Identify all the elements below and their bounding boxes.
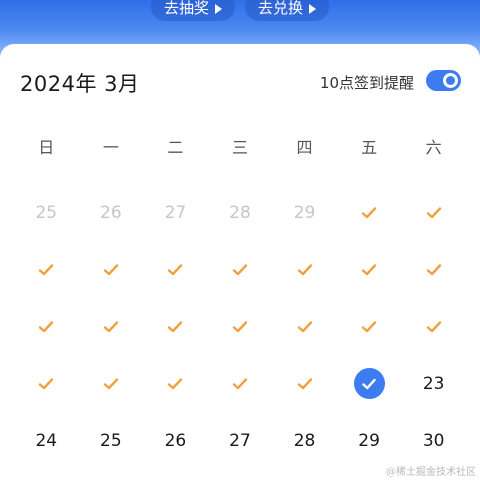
calendar-day[interactable] — [208, 298, 273, 355]
redeem-button[interactable]: 去兑换 — [245, 0, 329, 21]
weekday-label: 二 — [167, 138, 184, 157]
calendar-day[interactable]: 27 — [143, 184, 208, 241]
check-icon — [426, 206, 441, 218]
calendar-day[interactable] — [79, 241, 144, 298]
calendar-day[interactable]: 25 — [79, 412, 144, 469]
day-number: 23 — [422, 373, 445, 394]
calendar-day[interactable] — [337, 298, 402, 355]
day-number: 29 — [358, 430, 380, 451]
calendar-day[interactable] — [208, 241, 273, 298]
calendar-day[interactable]: 30 — [401, 412, 466, 469]
watermark: @稀土掘金技术社区 — [386, 467, 476, 478]
toggle-knob — [443, 73, 458, 88]
check-icon — [168, 377, 183, 389]
check-icon — [297, 263, 312, 275]
calendar-day[interactable] — [208, 355, 273, 412]
calendar-day[interactable] — [401, 184, 466, 241]
calendar-day[interactable]: 26 — [79, 184, 144, 241]
day-number: 25 — [35, 202, 58, 223]
weekday-label: 三 — [231, 138, 248, 157]
lottery-button[interactable]: 去抽奖 — [151, 0, 235, 21]
calendar-day[interactable]: 27 — [208, 412, 273, 469]
reminder-label: 10点签到提醒 — [319, 74, 414, 92]
check-icon — [297, 320, 312, 332]
calendar-day[interactable]: 28 — [208, 184, 273, 241]
weekday-label: 五 — [361, 138, 378, 157]
check-icon — [361, 263, 377, 275]
calendar-day[interactable] — [14, 298, 79, 355]
play-triangle-icon — [215, 3, 223, 14]
calendar-day[interactable] — [337, 355, 402, 412]
day-number: 28 — [229, 202, 251, 223]
day-number: 29 — [293, 202, 316, 223]
day-number: 25 — [100, 430, 122, 451]
lottery-button-label: 去抽奖 — [164, 0, 210, 17]
check-icon — [426, 263, 441, 275]
calendar-day[interactable] — [337, 241, 402, 298]
play-triangle-icon — [309, 3, 317, 14]
check-circle-icon — [353, 368, 385, 399]
check-icon — [232, 320, 248, 332]
check-icon — [39, 320, 54, 332]
weekday-label: 日 — [38, 138, 55, 157]
calendar-card: 2024年 3月 10点签到提醒 日一二三四五六 25 26 27 28 29 23 24 2… — [0, 44, 480, 480]
check-icon — [103, 263, 119, 275]
redeem-button-label: 去兑换 — [258, 0, 304, 17]
check-icon — [39, 263, 54, 275]
calendar-day[interactable] — [337, 184, 402, 241]
calendar-day[interactable] — [143, 241, 208, 298]
check-icon — [361, 206, 377, 218]
calendar-day[interactable] — [272, 241, 337, 298]
check-icon — [103, 377, 119, 389]
calendar-day[interactable] — [14, 355, 79, 412]
weekday-label: 六 — [425, 138, 442, 157]
calendar-day[interactable] — [143, 355, 208, 412]
calendar-day[interactable] — [272, 298, 337, 355]
check-icon — [168, 263, 183, 275]
calendar-day[interactable]: 23 — [401, 355, 466, 412]
check-icon — [168, 320, 183, 332]
reminder-toggle[interactable] — [426, 70, 461, 91]
calendar-day[interactable]: 29 — [337, 412, 402, 469]
calendar-day[interactable]: 26 — [143, 412, 208, 469]
calendar-day[interactable]: 24 — [14, 412, 79, 469]
check-icon — [103, 320, 119, 332]
check-icon — [297, 377, 312, 389]
calendar-day[interactable] — [401, 298, 466, 355]
check-icon — [39, 377, 54, 389]
day-number: 26 — [100, 202, 122, 223]
check-icon — [232, 263, 248, 275]
calendar-day[interactable] — [79, 355, 144, 412]
month-title: 2024年 3月 — [20, 72, 140, 96]
calendar-day[interactable] — [14, 241, 79, 298]
day-number: 26 — [164, 430, 187, 451]
day-number: 24 — [35, 430, 58, 451]
weekday-header: 日一二三四五六 — [14, 134, 466, 157]
calendar-day[interactable] — [272, 355, 337, 412]
weekday-label: 四 — [296, 138, 313, 157]
calendar-day[interactable] — [143, 298, 208, 355]
calendar-day[interactable]: 28 — [272, 412, 337, 469]
day-number: 30 — [422, 430, 445, 451]
weekday-label: 一 — [102, 138, 119, 157]
calendar-day[interactable] — [79, 298, 144, 355]
day-number: 28 — [293, 430, 316, 451]
calendar-grid: 25 26 27 28 29 23 24 25 26 27 28 29 30 — [14, 184, 466, 469]
check-icon — [426, 320, 441, 332]
calendar-day[interactable] — [401, 241, 466, 298]
calendar-day[interactable]: 25 — [14, 184, 79, 241]
check-icon — [361, 320, 377, 332]
calendar-day[interactable]: 29 — [272, 184, 337, 241]
day-number: 27 — [229, 430, 251, 451]
day-number: 27 — [164, 202, 187, 223]
check-icon — [232, 377, 248, 389]
